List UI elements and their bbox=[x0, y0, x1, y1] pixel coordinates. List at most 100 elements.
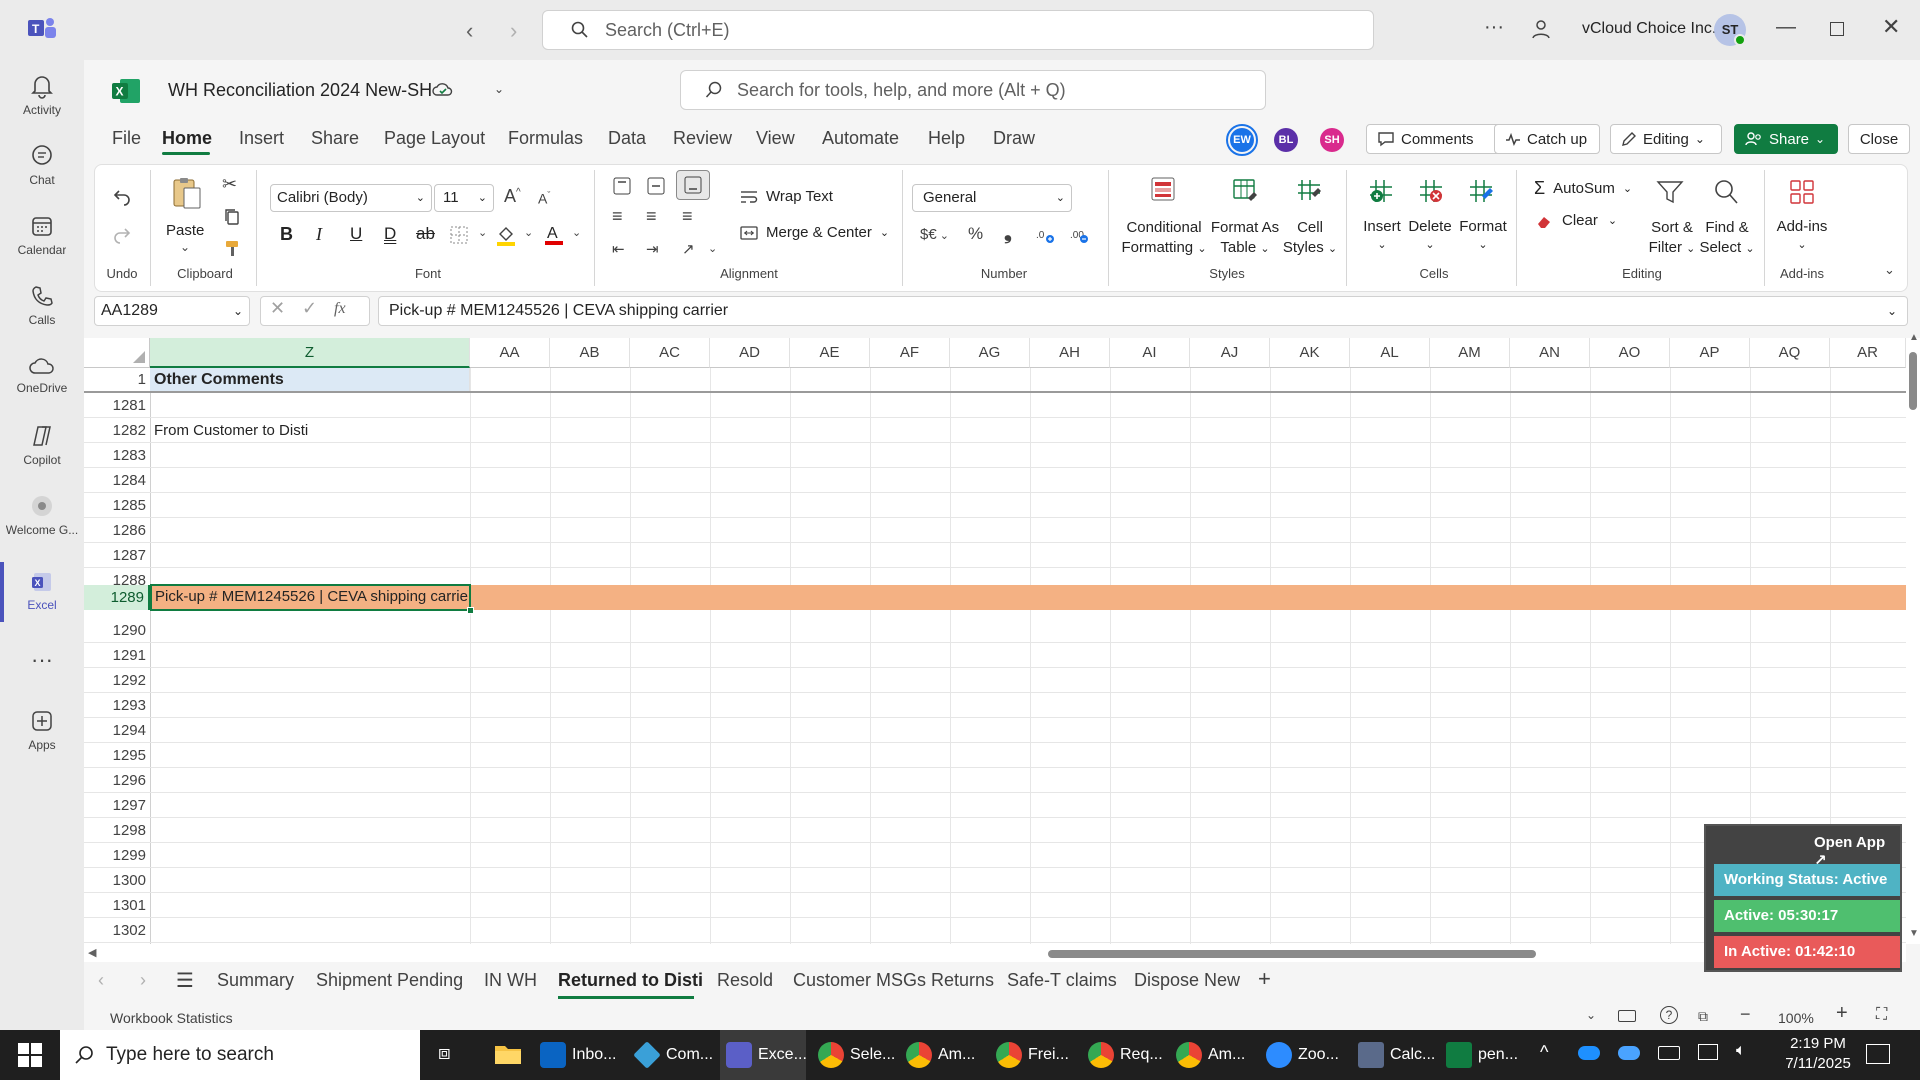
cell-z[interactable] bbox=[151, 718, 469, 743]
row-header[interactable]: 1299 bbox=[84, 843, 150, 868]
cell-z[interactable] bbox=[151, 743, 469, 768]
row-header[interactable]: 1285 bbox=[84, 493, 150, 518]
sheet-tab-in-wh[interactable]: IN WH bbox=[484, 970, 537, 991]
zoom-level[interactable]: 100% bbox=[1778, 1010, 1814, 1026]
taskbar-app-company-portal[interactable]: Com... bbox=[633, 1030, 713, 1080]
active-sheet-underline bbox=[558, 996, 694, 999]
row-header-selected[interactable]: 1289 bbox=[84, 585, 150, 610]
help-icon[interactable]: ? bbox=[1660, 1006, 1678, 1024]
taskbar-app-teams-excel[interactable]: Exce... bbox=[726, 1030, 807, 1080]
row-header[interactable]: 1291 bbox=[84, 643, 150, 668]
taskbar-app-label: Zoo... bbox=[1298, 1046, 1339, 1063]
sheet-tab-safe-t-claims[interactable]: Safe-T claims bbox=[1007, 970, 1117, 991]
scroll-left-icon[interactable]: ◀ bbox=[88, 946, 96, 959]
row-header[interactable]: 1295 bbox=[84, 743, 150, 768]
zoom-out-icon[interactable]: − bbox=[1740, 1004, 1751, 1025]
cell-z[interactable] bbox=[151, 793, 469, 818]
cell-z[interactable] bbox=[151, 493, 469, 518]
row-header[interactable]: 1294 bbox=[84, 718, 150, 743]
row-header[interactable]: 1302 bbox=[84, 918, 150, 943]
taskbar-app-zoom[interactable]: Zoo... bbox=[1266, 1030, 1339, 1080]
taskbar-search-input[interactable]: Type here to search bbox=[60, 1030, 420, 1080]
sheet-tab-summary[interactable]: Summary bbox=[217, 970, 294, 991]
row-header[interactable]: 1287 bbox=[84, 543, 150, 568]
taskbar-app-excel[interactable]: pen... bbox=[1446, 1030, 1518, 1080]
vertical-scroll-thumb[interactable] bbox=[1909, 352, 1917, 410]
taskbar-clock[interactable]: 2:19 PM 7/11/2025 bbox=[1768, 1034, 1868, 1074]
cell-z[interactable] bbox=[151, 918, 469, 943]
sheet-tab-customer-msgs-returns[interactable]: Customer MSGs Returns bbox=[793, 970, 994, 991]
network-icon[interactable] bbox=[1698, 1044, 1718, 1060]
all-sheets-menu-icon[interactable]: ☰ bbox=[176, 968, 194, 993]
cell-z[interactable] bbox=[151, 818, 469, 843]
sheet-tab-shipment-pending[interactable]: Shipment Pending bbox=[316, 970, 463, 991]
fullscreen-icon[interactable]: ⛶ bbox=[1876, 1006, 1887, 1024]
battery-icon[interactable] bbox=[1658, 1046, 1680, 1060]
taskbar-app-chrome-1[interactable]: Sele... bbox=[818, 1030, 895, 1080]
row-header[interactable]: 1283 bbox=[84, 443, 150, 468]
cell-z[interactable] bbox=[151, 693, 469, 718]
taskbar-app-chrome-5[interactable]: Am... bbox=[1176, 1030, 1245, 1080]
onedrive-business-tray-icon[interactable] bbox=[1618, 1046, 1640, 1060]
search-icon bbox=[74, 1045, 94, 1065]
previous-sheet-icon[interactable]: ‹ bbox=[98, 970, 104, 991]
status-chevron-down-icon[interactable]: ⌄ bbox=[1586, 1008, 1596, 1022]
task-view-icon[interactable]: ⧈ bbox=[438, 1042, 451, 1065]
cell-z[interactable] bbox=[151, 468, 469, 493]
vertical-scrollbar[interactable] bbox=[1906, 338, 1920, 944]
cell-z[interactable] bbox=[151, 668, 469, 693]
row-header[interactable]: 1298 bbox=[84, 818, 150, 843]
taskbar-app-calculator[interactable]: Calc... bbox=[1358, 1030, 1435, 1080]
taskbar-app-chrome-4[interactable]: Req... bbox=[1088, 1030, 1163, 1080]
active-cell[interactable]: Pick-up # MEM1245526 | CEVA shipping car… bbox=[150, 584, 471, 611]
file-explorer-icon[interactable] bbox=[494, 1042, 522, 1066]
scroll-up-icon[interactable]: ▲ bbox=[1909, 332, 1919, 343]
horizontal-scroll-thumb[interactable] bbox=[1048, 950, 1536, 958]
row-header[interactable]: 1282 bbox=[84, 418, 150, 443]
volume-icon[interactable]: 🔈︎ bbox=[1736, 1042, 1746, 1060]
taskbar-search-placeholder: Type here to search bbox=[106, 1044, 274, 1065]
keyboard-icon[interactable] bbox=[1618, 1010, 1636, 1022]
next-sheet-icon[interactable]: › bbox=[140, 970, 146, 991]
row-header[interactable]: 1300 bbox=[84, 868, 150, 893]
taskbar-app-outlook[interactable]: Inbo... bbox=[540, 1030, 616, 1080]
row-header[interactable]: 1292 bbox=[84, 668, 150, 693]
taskbar-app-chrome-2[interactable]: Am... bbox=[906, 1030, 975, 1080]
tray-chevron-up-icon[interactable]: ^ bbox=[1540, 1042, 1548, 1063]
taskbar-app-chrome-3[interactable]: Frei... bbox=[996, 1030, 1069, 1080]
cell-z[interactable] bbox=[151, 843, 469, 868]
cell-z[interactable] bbox=[151, 618, 469, 643]
sheet-tab-returned-to-disti[interactable]: Returned to Disti bbox=[558, 970, 703, 991]
scroll-down-icon[interactable]: ▼ bbox=[1909, 928, 1919, 939]
clock-time: 2:19 PM bbox=[1790, 1035, 1846, 1052]
add-sheet-icon[interactable]: + bbox=[1258, 966, 1271, 992]
notifications-icon[interactable] bbox=[1866, 1044, 1890, 1064]
cell-z[interactable] bbox=[151, 768, 469, 793]
cell-z[interactable] bbox=[151, 393, 469, 418]
cell-z[interactable] bbox=[151, 518, 469, 543]
cell-z[interactable]: From Customer to Disti bbox=[151, 418, 469, 443]
sheet-tab-dispose-new[interactable]: Dispose New bbox=[1134, 970, 1240, 991]
row-header[interactable]: 1284 bbox=[84, 468, 150, 493]
row-header[interactable]: 1281 bbox=[84, 393, 150, 418]
cell-z[interactable] bbox=[151, 443, 469, 468]
row-header[interactable]: 1296 bbox=[84, 768, 150, 793]
display-settings-icon[interactable]: ⧉ bbox=[1698, 1008, 1708, 1025]
sheet-tab-resold[interactable]: Resold bbox=[717, 970, 773, 991]
cell-z[interactable] bbox=[151, 543, 469, 568]
horizontal-scrollbar[interactable] bbox=[84, 944, 1906, 962]
cell-z[interactable] bbox=[151, 893, 469, 918]
cell-z[interactable] bbox=[151, 643, 469, 668]
zoom-in-icon[interactable]: + bbox=[1836, 1002, 1848, 1025]
row-header[interactable]: 1301 bbox=[84, 893, 150, 918]
fill-handle[interactable] bbox=[467, 607, 474, 614]
row-header[interactable]: 1290 bbox=[84, 618, 150, 643]
workbook-statistics[interactable]: Workbook Statistics bbox=[110, 1010, 233, 1026]
windows-start-icon[interactable] bbox=[18, 1043, 42, 1067]
row-header[interactable]: 1293 bbox=[84, 693, 150, 718]
onedrive-tray-icon[interactable] bbox=[1578, 1046, 1600, 1060]
row-header[interactable]: 1286 bbox=[84, 518, 150, 543]
cell-z[interactable] bbox=[151, 868, 469, 893]
taskbar-app-label: Calc... bbox=[1390, 1046, 1436, 1063]
row-header[interactable]: 1297 bbox=[84, 793, 150, 818]
